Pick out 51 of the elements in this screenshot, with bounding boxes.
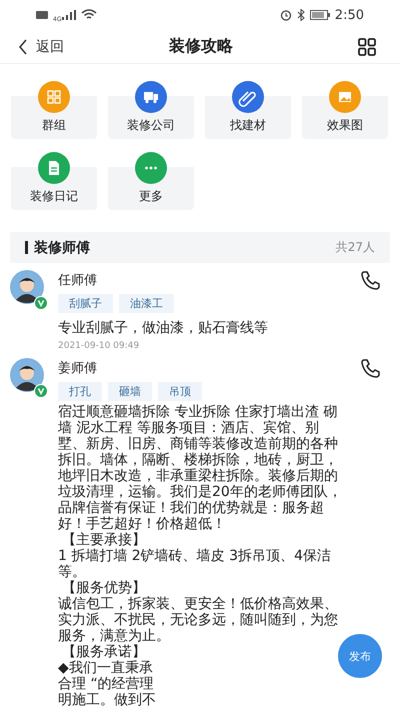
phone-icon[interactable] — [360, 270, 380, 290]
alarm-icon — [280, 9, 292, 21]
description-line: 好！手艺超好！价格超低！ — [58, 516, 226, 532]
avatar-icon — [10, 270, 44, 304]
description-line: 合理 “的经营理 — [58, 676, 154, 692]
skill-tag: 刮腻子 — [58, 294, 113, 313]
wifi-icon — [81, 9, 98, 21]
skill-tag: 油漆工 — [119, 294, 174, 313]
description-line: 垃圾清理，运输。我们是20年的老师傅团队， — [58, 484, 342, 500]
worker-name: 任师傅 — [58, 272, 97, 289]
battery-icon — [310, 10, 330, 20]
section-title: 装修师傅 — [34, 238, 91, 256]
skill-tag: 吊顶 — [158, 382, 202, 401]
hd-icon — [36, 11, 48, 19]
shortcut-tile[interactable]: 装修日记 — [11, 152, 97, 210]
shortcut-tile[interactable]: 装修公司 — [108, 81, 194, 139]
description-line: 墙 泥水工程 等服务项目：酒店、宾馆、别 — [58, 420, 319, 436]
description-line: 诚信包工，拆家装、更安全！低价格高效果、 — [58, 596, 338, 612]
worker-description: 专业刮腻子，做油漆，贴石膏线等 — [58, 319, 269, 337]
description-line: 墅、新房、旧房、商铺等装修改造前期的各种 — [58, 436, 338, 452]
worker-count: 共27人 — [336, 239, 375, 256]
shortcut-tile[interactable]: 效果图 — [302, 81, 388, 139]
description-line: 实力派、不扰民，无论多远，随叫随到，为您 — [58, 612, 338, 628]
avatar-icon — [10, 358, 44, 392]
back-icon — [18, 38, 28, 54]
description-line: 品牌信誉有保证！我们的优势就是：服务超 — [58, 500, 324, 516]
page-title: 装修攻略 — [169, 36, 233, 57]
description-line: 明施工。做到不 — [58, 692, 156, 708]
description-line: ◆我们一直秉承 — [58, 660, 153, 676]
grid-menu-icon[interactable] — [358, 38, 376, 56]
description-line: 服务，满意为止。 — [58, 628, 170, 644]
description-line: 地坪旧木改造，非承重梁柱拆除。装修后期的 — [58, 468, 338, 484]
shortcut-tile[interactable]: 群组 — [11, 81, 97, 139]
description-line: 等。 — [58, 564, 86, 580]
description-line: 【主要承接】 — [62, 532, 146, 548]
bluetooth-icon — [296, 9, 305, 21]
description-line: 1 拆墙打墙 2铲墙砖、墙皮 3拆吊顶、4保洁 — [58, 548, 331, 564]
post-date: 2021-09-10 09:49 — [58, 341, 140, 351]
signal-icon — [62, 10, 76, 20]
description-line: 【服务承诺】 — [62, 644, 146, 660]
clock-time: 2:50 — [334, 8, 364, 22]
description-line: 宿迁顺意砸墙拆除 专业拆除 住家打墙出渣 砌 — [58, 404, 338, 420]
description-line: 拆旧。墙体，隔断、楼梯拆除，地砖，厨卫， — [58, 452, 338, 468]
worker-name: 姜师傅 — [58, 360, 97, 377]
phone-icon[interactable] — [360, 358, 380, 378]
shortcut-tile[interactable]: 找建材 — [205, 81, 291, 139]
back-button[interactable]: 返回 — [18, 38, 64, 56]
skill-tag: 打孔 — [58, 382, 102, 401]
skill-tag: 砸墙 — [108, 382, 152, 401]
description-line: 【服务优势】 — [62, 580, 146, 596]
shortcut-tile[interactable]: 更多 — [108, 152, 194, 210]
